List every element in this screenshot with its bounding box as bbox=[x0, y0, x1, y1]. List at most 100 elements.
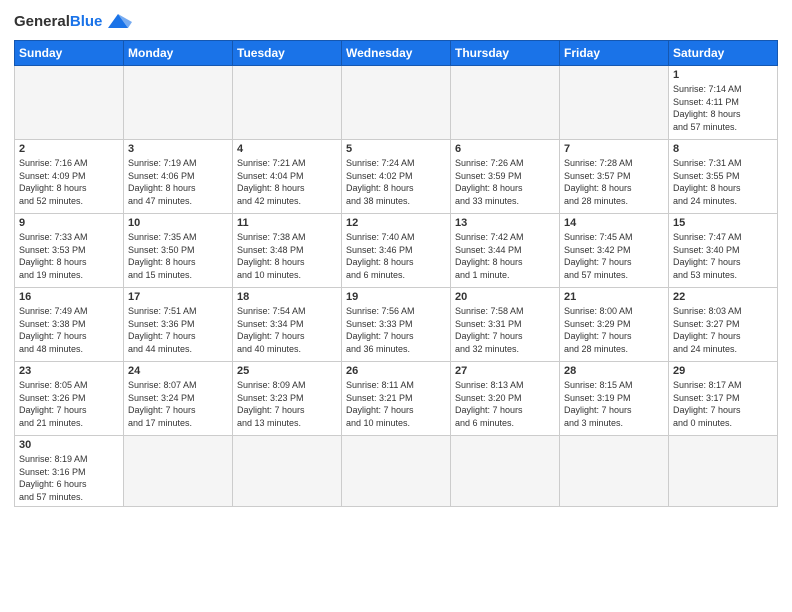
day-number: 10 bbox=[128, 217, 228, 229]
calendar-cell: 15 Sunrise: 7:47 AM Sunset: 3:40 PM Dayli… bbox=[669, 214, 778, 288]
calendar-cell bbox=[124, 66, 233, 140]
day-number: 6 bbox=[455, 143, 555, 155]
day-info: Sunrise: 7:16 AM Sunset: 4:09 PM Dayligh… bbox=[19, 157, 119, 207]
logo: GeneralBlue bbox=[14, 10, 132, 32]
calendar-cell bbox=[342, 66, 451, 140]
calendar-cell bbox=[233, 66, 342, 140]
day-number: 12 bbox=[346, 217, 446, 229]
weekday-header-saturday: Saturday bbox=[669, 41, 778, 66]
calendar-cell: 8 Sunrise: 7:31 AM Sunset: 3:55 PM Daylig… bbox=[669, 140, 778, 214]
day-info: Sunrise: 7:47 AM Sunset: 3:40 PM Dayligh… bbox=[673, 231, 773, 281]
day-number: 19 bbox=[346, 291, 446, 303]
calendar-cell: 5 Sunrise: 7:24 AM Sunset: 4:02 PM Daylig… bbox=[342, 140, 451, 214]
day-info: Sunrise: 7:24 AM Sunset: 4:02 PM Dayligh… bbox=[346, 157, 446, 207]
calendar-cell: 6 Sunrise: 7:26 AM Sunset: 3:59 PM Daylig… bbox=[451, 140, 560, 214]
logo-general: General bbox=[14, 13, 70, 30]
calendar-row: 1Sunrise: 7:14 AM Sunset: 4:11 PM Daylig… bbox=[15, 66, 778, 140]
day-info: Sunrise: 7:38 AM Sunset: 3:48 PM Dayligh… bbox=[237, 231, 337, 281]
day-info: Sunrise: 8:09 AM Sunset: 3:23 PM Dayligh… bbox=[237, 379, 337, 429]
weekday-header-row: SundayMondayTuesdayWednesdayThursdayFrid… bbox=[15, 41, 778, 66]
header: GeneralBlue bbox=[14, 10, 778, 32]
calendar-cell: 2 Sunrise: 7:16 AM Sunset: 4:09 PM Daylig… bbox=[15, 140, 124, 214]
calendar-cell: 23 Sunrise: 8:05 AM Sunset: 3:26 PM Dayli… bbox=[15, 362, 124, 436]
calendar-table: SundayMondayTuesdayWednesdayThursdayFrid… bbox=[14, 40, 778, 507]
day-info: Sunrise: 8:03 AM Sunset: 3:27 PM Dayligh… bbox=[673, 305, 773, 355]
calendar-cell: 12 Sunrise: 7:40 AM Sunset: 3:46 PM Dayli… bbox=[342, 214, 451, 288]
day-info: Sunrise: 8:13 AM Sunset: 3:20 PM Dayligh… bbox=[455, 379, 555, 429]
calendar-cell: 16 Sunrise: 7:49 AM Sunset: 3:38 PM Dayli… bbox=[15, 288, 124, 362]
day-number: 18 bbox=[237, 291, 337, 303]
calendar-cell: 11 Sunrise: 7:38 AM Sunset: 3:48 PM Dayli… bbox=[233, 214, 342, 288]
calendar-cell bbox=[560, 66, 669, 140]
calendar-cell: 29Sunrise: 8:17 AM Sunset: 3:17 PM Dayli… bbox=[669, 362, 778, 436]
day-number: 2 bbox=[19, 143, 119, 155]
day-info: Sunrise: 7:49 AM Sunset: 3:38 PM Dayligh… bbox=[19, 305, 119, 355]
day-number: 17 bbox=[128, 291, 228, 303]
logo-text: GeneralBlue bbox=[14, 13, 102, 30]
day-info: Sunrise: 8:07 AM Sunset: 3:24 PM Dayligh… bbox=[128, 379, 228, 429]
day-number: 26 bbox=[346, 365, 446, 377]
day-number: 23 bbox=[19, 365, 119, 377]
day-number: 27 bbox=[455, 365, 555, 377]
page: GeneralBlue SundayMondayTuesdayWednesday… bbox=[0, 0, 792, 612]
calendar-cell: 24Sunrise: 8:07 AM Sunset: 3:24 PM Dayli… bbox=[124, 362, 233, 436]
day-number: 30 bbox=[19, 439, 119, 451]
day-info: Sunrise: 7:28 AM Sunset: 3:57 PM Dayligh… bbox=[564, 157, 664, 207]
weekday-header-friday: Friday bbox=[560, 41, 669, 66]
calendar-cell: 20 Sunrise: 7:58 AM Sunset: 3:31 PM Dayli… bbox=[451, 288, 560, 362]
calendar-cell: 4 Sunrise: 7:21 AM Sunset: 4:04 PM Daylig… bbox=[233, 140, 342, 214]
calendar-cell bbox=[233, 436, 342, 507]
day-info: Sunrise: 7:58 AM Sunset: 3:31 PM Dayligh… bbox=[455, 305, 555, 355]
calendar-cell: 27 Sunrise: 8:13 AM Sunset: 3:20 PM Dayli… bbox=[451, 362, 560, 436]
weekday-header-thursday: Thursday bbox=[451, 41, 560, 66]
day-info: Sunrise: 7:56 AM Sunset: 3:33 PM Dayligh… bbox=[346, 305, 446, 355]
weekday-header-tuesday: Tuesday bbox=[233, 41, 342, 66]
day-info: Sunrise: 7:35 AM Sunset: 3:50 PM Dayligh… bbox=[128, 231, 228, 281]
calendar-cell: 28Sunrise: 8:15 AM Sunset: 3:19 PM Dayli… bbox=[560, 362, 669, 436]
calendar-cell: 17Sunrise: 7:51 AM Sunset: 3:36 PM Dayli… bbox=[124, 288, 233, 362]
calendar-row: 30Sunrise: 8:19 AM Sunset: 3:16 PM Dayli… bbox=[15, 436, 778, 507]
calendar-cell: 10 Sunrise: 7:35 AM Sunset: 3:50 PM Dayli… bbox=[124, 214, 233, 288]
day-number: 5 bbox=[346, 143, 446, 155]
day-info: Sunrise: 8:05 AM Sunset: 3:26 PM Dayligh… bbox=[19, 379, 119, 429]
day-info: Sunrise: 7:21 AM Sunset: 4:04 PM Dayligh… bbox=[237, 157, 337, 207]
weekday-header-sunday: Sunday bbox=[15, 41, 124, 66]
day-number: 16 bbox=[19, 291, 119, 303]
day-info: Sunrise: 7:45 AM Sunset: 3:42 PM Dayligh… bbox=[564, 231, 664, 281]
calendar-cell: 26 Sunrise: 8:11 AM Sunset: 3:21 PM Dayli… bbox=[342, 362, 451, 436]
calendar-cell: 13Sunrise: 7:42 AM Sunset: 3:44 PM Dayli… bbox=[451, 214, 560, 288]
weekday-header-wednesday: Wednesday bbox=[342, 41, 451, 66]
calendar-cell bbox=[124, 436, 233, 507]
calendar-cell bbox=[669, 436, 778, 507]
calendar-cell bbox=[342, 436, 451, 507]
day-info: Sunrise: 8:00 AM Sunset: 3:29 PM Dayligh… bbox=[564, 305, 664, 355]
day-number: 15 bbox=[673, 217, 773, 229]
day-number: 8 bbox=[673, 143, 773, 155]
day-number: 13 bbox=[455, 217, 555, 229]
day-info: Sunrise: 8:11 AM Sunset: 3:21 PM Dayligh… bbox=[346, 379, 446, 429]
calendar-cell bbox=[451, 66, 560, 140]
day-number: 11 bbox=[237, 217, 337, 229]
calendar-row: 9 Sunrise: 7:33 AM Sunset: 3:53 PM Daylig… bbox=[15, 214, 778, 288]
day-number: 14 bbox=[564, 217, 664, 229]
day-number: 1 bbox=[673, 69, 773, 81]
day-number: 20 bbox=[455, 291, 555, 303]
day-info: Sunrise: 7:40 AM Sunset: 3:46 PM Dayligh… bbox=[346, 231, 446, 281]
day-info: Sunrise: 7:33 AM Sunset: 3:53 PM Dayligh… bbox=[19, 231, 119, 281]
calendar-cell: 1Sunrise: 7:14 AM Sunset: 4:11 PM Daylig… bbox=[669, 66, 778, 140]
calendar-cell: 19 Sunrise: 7:56 AM Sunset: 3:33 PM Dayli… bbox=[342, 288, 451, 362]
calendar-row: 16 Sunrise: 7:49 AM Sunset: 3:38 PM Dayli… bbox=[15, 288, 778, 362]
calendar-cell: 7Sunrise: 7:28 AM Sunset: 3:57 PM Daylig… bbox=[560, 140, 669, 214]
calendar-cell: 3 Sunrise: 7:19 AM Sunset: 4:06 PM Daylig… bbox=[124, 140, 233, 214]
day-number: 29 bbox=[673, 365, 773, 377]
logo-blue: Blue bbox=[70, 13, 103, 30]
day-info: Sunrise: 7:31 AM Sunset: 3:55 PM Dayligh… bbox=[673, 157, 773, 207]
calendar-cell: 14 Sunrise: 7:45 AM Sunset: 3:42 PM Dayli… bbox=[560, 214, 669, 288]
weekday-header-monday: Monday bbox=[124, 41, 233, 66]
day-info: Sunrise: 7:19 AM Sunset: 4:06 PM Dayligh… bbox=[128, 157, 228, 207]
day-number: 22 bbox=[673, 291, 773, 303]
day-number: 3 bbox=[128, 143, 228, 155]
day-number: 9 bbox=[19, 217, 119, 229]
day-number: 4 bbox=[237, 143, 337, 155]
day-info: Sunrise: 7:26 AM Sunset: 3:59 PM Dayligh… bbox=[455, 157, 555, 207]
